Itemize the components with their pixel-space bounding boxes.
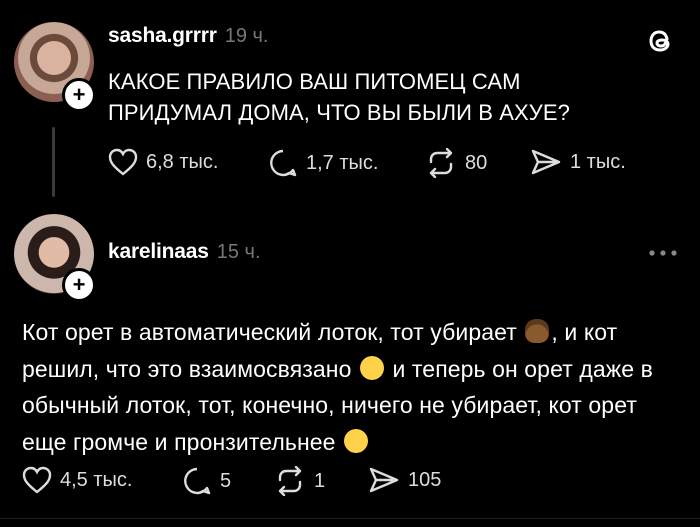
threads-logo-icon[interactable] [645,24,677,56]
post-text: Кот орет в автоматический лоток, тот уби… [22,314,682,460]
like-count: 6,8 тыс. [146,150,219,173]
comment-icon [184,467,211,495]
follow-plus-button[interactable]: + [62,78,96,112]
reply-button[interactable]: 1,7 тыс. [268,148,378,178]
tears-of-joy-emoji [360,355,384,380]
username[interactable]: karelinaas [108,240,209,263]
share-count: 105 [408,468,442,491]
post-header: karelinaas 15 ч. [108,240,261,264]
reply-count: 5 [220,469,232,492]
send-icon [369,467,399,493]
follow-plus-button[interactable]: + [62,268,96,302]
like-button[interactable]: 4,5 тыс. [22,466,132,494]
share-count: 1 тыс. [570,150,626,173]
post-text: КАКОЕ ПРАВИЛО ВАШ ПИТОМЕЦ САМ ПРИДУМАЛ Д… [108,69,570,125]
send-icon [531,149,561,175]
repost-icon [278,466,302,496]
timestamp: 15 ч. [216,241,261,263]
username[interactable]: sasha.grrrr [108,24,217,47]
more-icon[interactable] [648,248,678,258]
poop-emoji [525,319,550,343]
post-header: sasha.grrrr 19 ч. [108,24,268,48]
repost-count: 1 [314,469,326,492]
share-button[interactable]: 1 тыс. [530,148,626,176]
reply-count: 1,7 тыс. [306,151,379,174]
heart-icon [108,148,138,176]
share-button[interactable]: 105 [368,466,441,494]
like-button[interactable]: 6,8 тыс. [108,148,218,176]
rolling-laughing-emoji [344,428,369,453]
repost-button[interactable]: 1 [274,466,325,496]
repost-button[interactable]: 80 [425,148,487,178]
timestamp: 19 ч. [224,25,269,47]
divider [0,518,700,519]
repost-count: 80 [465,151,488,174]
reply-button[interactable]: 5 [182,466,231,496]
like-count: 4,5 тыс. [60,468,133,491]
post-text-part: Кот орет в автоматический лоток, тот уби… [22,319,524,345]
heart-icon [22,466,52,494]
repost-icon [429,148,453,178]
thread-line [52,127,55,197]
comment-icon [270,149,297,177]
